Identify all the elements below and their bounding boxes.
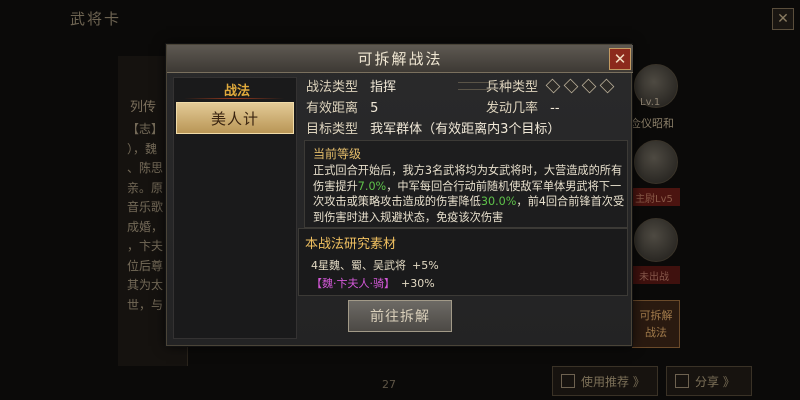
tactic-item-meirenji[interactable]: 美人计 xyxy=(176,102,294,134)
troop-icons xyxy=(545,78,615,94)
range-row: 有效距离 5 xyxy=(306,97,378,116)
target-row: 目标类型 我军群体（有效距离内3个目标） xyxy=(306,118,560,137)
target-value: 我军群体（有效距离内3个目标） xyxy=(370,122,561,137)
background-close-icon[interactable]: ✕ xyxy=(772,8,794,30)
shield-icon xyxy=(563,78,579,94)
material-item-1: 4星魏、蜀、吴武将 +5% xyxy=(311,259,439,272)
skill-avatar[interactable] xyxy=(634,140,678,184)
troop-type-row: 兵种类型 xyxy=(486,76,538,95)
trigger-rate-row: 发动几率 -- xyxy=(486,97,560,116)
decompose-side-button[interactable]: 可拆解 战法 xyxy=(632,300,680,348)
level-tag: 主尉Lv5 xyxy=(628,188,680,206)
bow-icon xyxy=(581,78,597,94)
effect-pct-1: 7.0% xyxy=(357,179,387,193)
status-tag: 未出战 xyxy=(628,266,680,284)
general-name: 佥仪昭和 xyxy=(630,117,674,130)
tab-header-divider xyxy=(184,98,284,99)
effect-description-box: 当前等级 正式回合开始后，我方3名武将均为女武将时，大营造成的所有伤害提升7.0… xyxy=(304,140,628,228)
use-recommend-button[interactable]: 使用推荐 》 xyxy=(552,366,658,396)
cavalry-icon xyxy=(545,78,561,94)
close-icon[interactable]: ✕ xyxy=(609,48,631,70)
bio-title: 列传 xyxy=(130,100,157,115)
material-item-2: 【魏·卞夫人·骑】 +30% xyxy=(311,277,435,290)
trigger-rate-label: 发动几率 xyxy=(486,101,539,116)
page-number: 27 xyxy=(382,378,396,391)
share-button[interactable]: 分享 》 xyxy=(666,366,752,396)
background-title: 武将卡 xyxy=(70,10,122,28)
material-title: 本战法研究素材 xyxy=(305,237,397,252)
current-level-label: 当前等级 xyxy=(313,147,362,161)
tactic-tab-header: 战法 xyxy=(224,84,251,99)
effect-pct-2: 30.0% xyxy=(480,195,517,208)
tactic-type-value: 指挥 xyxy=(370,80,397,95)
spear-icon xyxy=(599,78,615,94)
modal-header: 可拆解战法 xyxy=(167,45,633,73)
range-label: 有效距离 xyxy=(306,101,359,116)
modal-title: 可拆解战法 xyxy=(357,50,443,68)
general-level: Lv.1 xyxy=(640,97,661,108)
tactic-type-row: 战法类型 指挥 xyxy=(306,76,396,95)
go-decompose-button[interactable]: 前往拆解 xyxy=(348,300,452,332)
trigger-rate-value: -- xyxy=(550,101,560,116)
troop-type-label: 兵种类型 xyxy=(486,80,539,95)
target-label: 目标类型 xyxy=(306,122,359,137)
recommend-icon xyxy=(561,374,575,388)
range-value: 5 xyxy=(370,101,379,116)
research-material-box: 本战法研究素材 4星魏、蜀、吴武将 +5% 【魏·卞夫人·骑】 +30% xyxy=(298,228,628,296)
tactic-type-label: 战法类型 xyxy=(306,80,359,95)
effect-text: 正式回合开始后，我方3名武将均为女武将时，大营造成的所有伤害提升7.0%，中军每… xyxy=(313,164,625,224)
skill-avatar-2[interactable] xyxy=(634,218,678,262)
share-icon xyxy=(675,374,689,388)
